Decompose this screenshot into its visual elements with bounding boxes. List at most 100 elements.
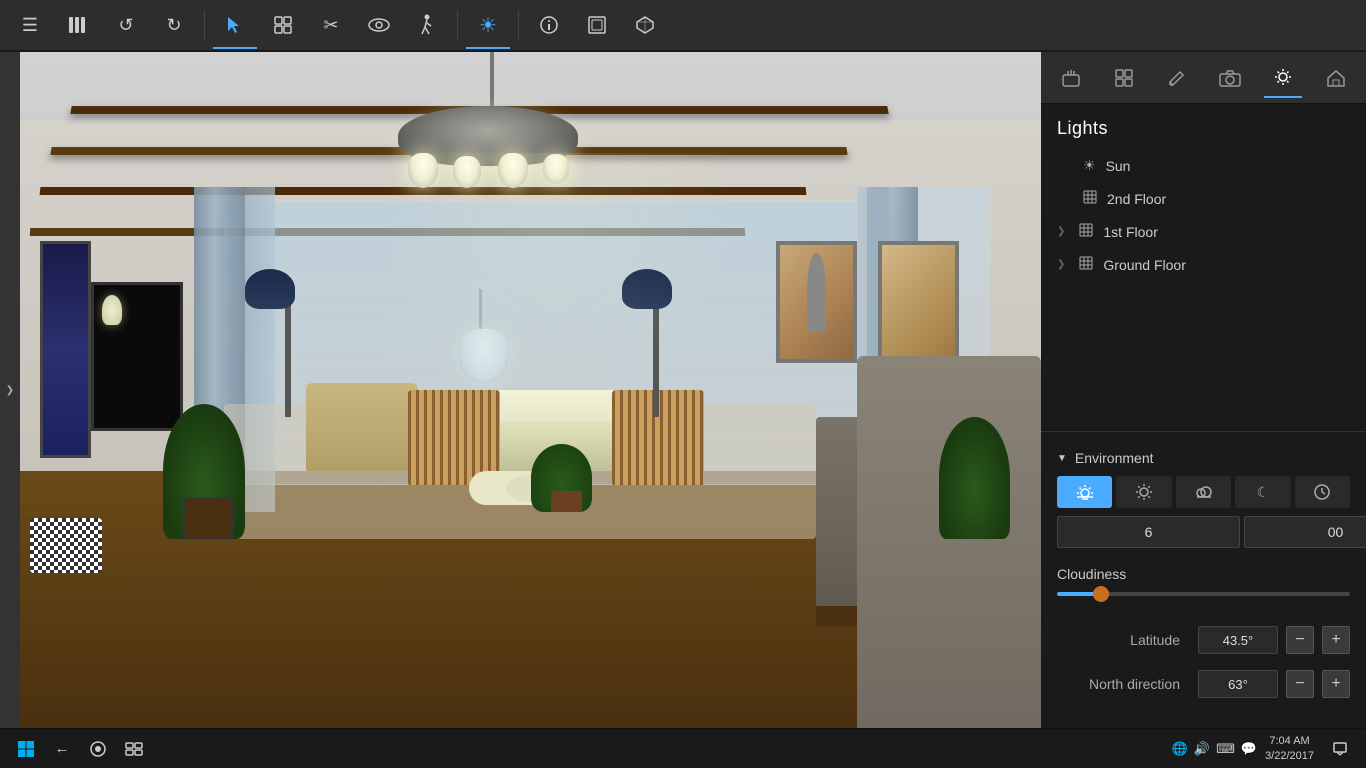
time-minute-input[interactable] <box>1244 516 1366 548</box>
north-direction-label: North direction <box>1057 676 1190 692</box>
chair-foreground <box>857 356 1041 728</box>
select-cursor-button[interactable] <box>213 3 257 47</box>
scissors-icon: ✂ <box>323 15 338 36</box>
window-view-button[interactable] <box>575 3 619 47</box>
taskbar: ← 🌐 🔊 ⌨ 💬 7:04 AM 3/22/2017 <box>0 728 1366 768</box>
panel-toolbar <box>1041 52 1366 104</box>
action-center-button[interactable] <box>1322 731 1358 767</box>
chandelier-body <box>398 106 578 166</box>
panel-edit-button[interactable] <box>1158 59 1196 97</box>
objects-button[interactable] <box>261 3 305 47</box>
taskbar-back-button[interactable]: ← <box>44 731 80 767</box>
floor-lamp-right-pole <box>653 295 659 417</box>
cloudiness-section: Cloudiness <box>1041 560 1366 618</box>
spacer <box>1041 281 1366 431</box>
env-tab-clock[interactable] <box>1295 476 1350 508</box>
cortana-icon <box>90 741 106 757</box>
hand-tool-icon <box>1060 67 1082 89</box>
left-panel-toggle[interactable]: ❯ <box>0 52 20 728</box>
armchair-left <box>306 383 418 471</box>
hamburger-menu-button[interactable]: ☰ <box>8 3 52 47</box>
network-tray-icon[interactable]: 🌐 <box>1172 741 1188 757</box>
undo-button[interactable]: ↺ <box>104 3 148 47</box>
1st-floor-label: 1st Floor <box>1103 224 1157 240</box>
camera-tool-icon <box>1219 69 1241 87</box>
taskbar-cortana-button[interactable] <box>80 731 116 767</box>
env-tab-sun[interactable] <box>1116 476 1171 508</box>
view-button[interactable] <box>357 3 401 47</box>
taskbar-task-view-button[interactable] <box>116 731 152 767</box>
time-inputs <box>1041 516 1366 548</box>
painting-right-1 <box>776 241 858 363</box>
walk-button[interactable] <box>405 3 449 47</box>
sun-lighting-button[interactable]: ☀ <box>466 3 510 47</box>
home-tool-icon <box>1326 68 1346 88</box>
light-item-ground-floor[interactable]: ❯ Ground Floor <box>1041 248 1366 281</box>
beam-3 <box>40 187 807 195</box>
environment-tabs: ☾ <box>1041 476 1366 508</box>
latitude-row: Latitude − + <box>1041 618 1366 662</box>
clock-time: 7:04 AM <box>1265 734 1314 748</box>
floor-lamp-right-shade <box>622 269 672 309</box>
latitude-decrease-button[interactable]: − <box>1286 626 1314 654</box>
3d-cube-button[interactable] <box>623 3 667 47</box>
light-item-1st-floor[interactable]: ❯ 1st Floor <box>1041 215 1366 248</box>
cloudiness-thumb[interactable] <box>1093 586 1109 602</box>
info-button[interactable] <box>527 3 571 47</box>
taskbar-clock[interactable]: 7:04 AM 3/22/2017 <box>1265 734 1314 763</box>
sun-label: Sun <box>1106 158 1131 174</box>
hamburger-icon: ☰ <box>22 15 38 36</box>
env-tab-sunrise[interactable] <box>1057 476 1112 508</box>
lights-title: Lights <box>1041 104 1366 149</box>
light-item-sun[interactable]: ☀ Sun <box>1041 149 1366 182</box>
environment-header[interactable]: ▼ Environment <box>1041 444 1366 476</box>
north-direction-decrease-button[interactable]: − <box>1286 670 1314 698</box>
info-icon <box>539 15 559 35</box>
panel-light-button[interactable] <box>1264 59 1302 97</box>
light-tool-icon <box>1272 67 1294 89</box>
panel-home-button[interactable] <box>1317 59 1355 97</box>
north-direction-increase-button[interactable]: + <box>1322 670 1350 698</box>
scissors-button[interactable]: ✂ <box>309 3 353 47</box>
environment-section: ▼ Environment <box>1041 431 1366 718</box>
volume-tray-icon[interactable]: 🔊 <box>1194 741 1210 757</box>
floor-lamp-left-shade <box>245 269 295 309</box>
painting-left <box>40 241 91 457</box>
light-item-2nd-floor[interactable]: 2nd Floor <box>1041 182 1366 215</box>
notification-tray-icon[interactable]: 💬 <box>1241 741 1257 757</box>
env-tab-night[interactable]: ☾ <box>1235 476 1290 508</box>
env-tab-cloudy[interactable] <box>1176 476 1231 508</box>
redo-icon: ↻ <box>166 15 181 36</box>
painting-right-2 <box>878 241 960 363</box>
top-toolbar: ☰ ↺ ↻ ✂ <box>0 0 1366 52</box>
cloudiness-label: Cloudiness <box>1057 566 1350 582</box>
chandelier-globe-4 <box>543 154 569 184</box>
ground-floor-label: Ground Floor <box>1103 257 1185 273</box>
panel-hand-button[interactable] <box>1052 59 1090 97</box>
keyboard-tray-icon[interactable]: ⌨ <box>1216 741 1235 757</box>
panel-camera-button[interactable] <box>1211 59 1249 97</box>
main-area: ❯ <box>0 52 1366 728</box>
walk-icon <box>418 14 436 36</box>
redo-button[interactable]: ↻ <box>152 3 196 47</box>
pot-center <box>551 491 582 511</box>
chandelier-globe-2 <box>453 156 481 188</box>
separator-3 <box>518 10 519 40</box>
library-button[interactable] <box>56 3 100 47</box>
latitude-input[interactable] <box>1198 626 1278 654</box>
1st-floor-chevron: ❯ <box>1057 226 1065 237</box>
chandelier-globe-3 <box>498 153 528 188</box>
latitude-increase-button[interactable]: + <box>1322 626 1350 654</box>
3d-viewport[interactable] <box>20 52 1041 728</box>
windows-start-button[interactable] <box>8 731 44 767</box>
cloudiness-slider[interactable] <box>1057 592 1350 596</box>
panel-build-button[interactable] <box>1105 59 1143 97</box>
time-hour-input[interactable] <box>1057 516 1240 548</box>
checkered-pot <box>30 518 101 572</box>
separator-1 <box>204 10 205 40</box>
cursor-icon <box>225 15 245 35</box>
north-direction-input[interactable] <box>1198 670 1278 698</box>
plant-pot-left <box>183 498 234 539</box>
floor-plan-icon-g <box>1079 256 1093 273</box>
separator-2 <box>457 10 458 40</box>
